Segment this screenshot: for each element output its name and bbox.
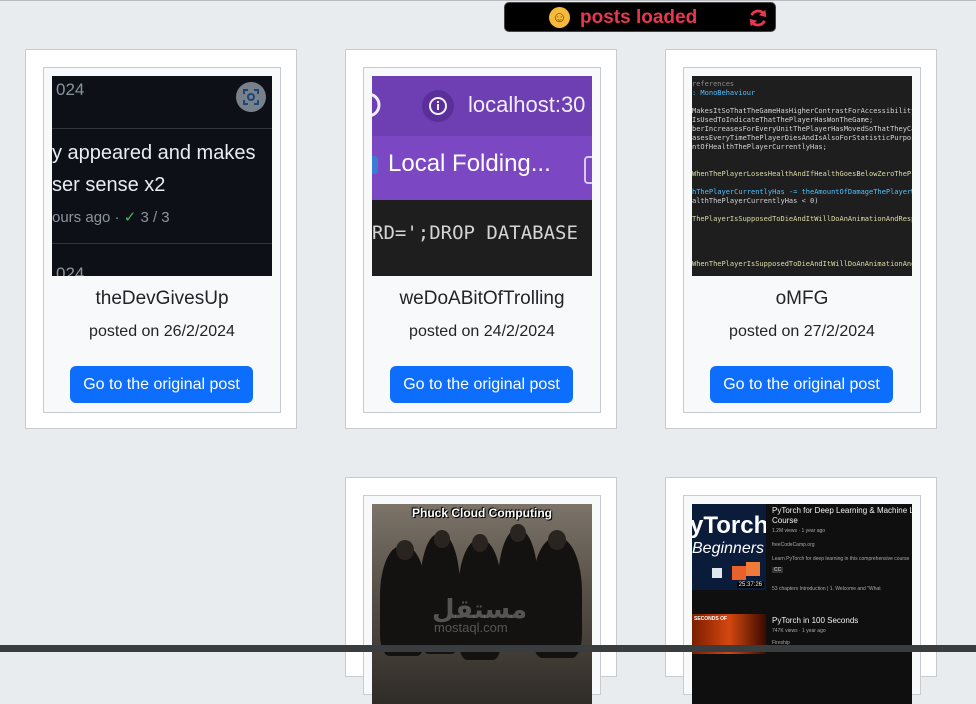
code-line: hThePlayerCurrentlyHas -= theAmountOfDam… xyxy=(692,188,912,196)
post-thumbnail: yTorch Beginners 25:37:26 PyTorch for De… xyxy=(692,504,912,704)
refresh-icon[interactable] xyxy=(747,7,769,29)
info-icon xyxy=(422,90,454,122)
meme-caption: Phuck Cloud Computing xyxy=(412,506,552,520)
thumb-text: 024 xyxy=(56,80,85,99)
cc-badge: CC xyxy=(772,567,784,573)
cube-graphic xyxy=(746,562,760,576)
thumb-url-text: localhost:30 xyxy=(468,92,586,117)
video-meta: 1.2M views · 1 year ago xyxy=(772,528,826,534)
window-top-border xyxy=(0,0,976,1)
divider xyxy=(52,128,272,129)
reload-icon xyxy=(372,93,381,117)
thumb-text: yTorch xyxy=(692,512,766,539)
video-title: PyTorch in 100 Seconds xyxy=(772,616,859,625)
code-line: WhenThePlayerLosesHealthAndIfHealthGoesB… xyxy=(692,170,912,178)
posts-loaded-toast: ☺ posts loaded xyxy=(504,2,776,32)
post-card-body: Phuck Cloud Computing مستقل mostaql.com xyxy=(363,495,601,704)
video-chapters: 53 chapters Introduction | 1. Welcome an… xyxy=(772,586,881,592)
post-card-body: localhost:30 Local Folding... RD=';DROP … xyxy=(363,67,601,413)
thumb-text: ser sense x2 xyxy=(52,174,166,196)
post-title: oMFG xyxy=(775,288,829,309)
video-title: Course xyxy=(772,516,798,525)
thumb-text: Beginners xyxy=(692,540,765,557)
video-title: PyTorch for Deep Learning & Machine Lea xyxy=(772,506,912,515)
check-icon: ✓ xyxy=(123,209,137,226)
code-line: : MonoBehaviour xyxy=(692,89,756,97)
video-meta: 747K views · 1 year ago xyxy=(772,628,826,634)
person-head xyxy=(472,534,488,552)
post-title: theDevGivesUp xyxy=(95,288,229,309)
post-date: posted on 27/2/2024 xyxy=(729,323,875,340)
smile-emoji-icon: ☺ xyxy=(549,7,570,28)
code-line: asesEveryTimeThePlayerDiesAndIsAlsoForSt… xyxy=(692,134,912,142)
code-line: references xyxy=(692,80,735,88)
code-line: MakesItSoThatTheGameHasHigherContrastFor… xyxy=(692,107,912,115)
code-line: ThePlayerIsSupposedToDieAndItWillDoAnAni… xyxy=(692,215,912,223)
image-search-icon xyxy=(236,82,266,112)
go-to-original-post-button[interactable]: Go to the original post xyxy=(390,366,573,403)
code-line: WhenThePlayerIsSupposedToDieAndItWillDoA… xyxy=(692,260,912,268)
code-line: berIncreasesForEveryUnitThePlayerHasMove… xyxy=(692,125,912,133)
person-head xyxy=(396,540,414,560)
post-card-body: 024 y appeared and makes ser sense x2 ou… xyxy=(43,67,281,413)
post-date: posted on 26/2/2024 xyxy=(89,323,235,340)
toast-message: posts loaded xyxy=(580,7,698,28)
post-title: weDoABitOfTrolling xyxy=(399,288,565,309)
post-card: references : MonoBehaviour MakesItSoThat… xyxy=(665,49,937,429)
code-line: IsUsedToIndicateThatThePlayerHasWonTheGa… xyxy=(692,116,874,124)
thumb-code-text: RD=';DROP DATABASE xyxy=(372,222,578,244)
thumb-tab-text: Local Folding... xyxy=(388,150,551,177)
post-card: 024 y appeared and makes ser sense x2 ou… xyxy=(25,49,297,429)
post-date: posted on 24/2/2024 xyxy=(409,323,555,340)
video-thumbnail: yTorch Beginners 25:37:26 xyxy=(692,504,766,590)
tab-close-icon xyxy=(584,156,592,184)
thumb-text: ours ago · ✓ 3 / 3 xyxy=(52,208,170,226)
code-line: althThePlayerCurrentlyHas < 0) xyxy=(692,197,819,205)
post-thumbnail: references : MonoBehaviour MakesItSoThat… xyxy=(692,76,912,276)
code-line: ntOfHealthThePlayerCurrentlyHas; xyxy=(692,143,827,151)
thumb-text: y appeared and makes xyxy=(52,142,256,164)
post-card: localhost:30 Local Folding... RD=';DROP … xyxy=(345,49,617,429)
post-thumbnail: localhost:30 Local Folding... RD=';DROP … xyxy=(372,76,592,276)
video-description: Learn PyTorch for deep learning in this … xyxy=(772,556,910,562)
person-head xyxy=(434,530,450,548)
cube-graphic xyxy=(732,566,746,580)
thumb-text: 3 / 3 xyxy=(136,209,170,226)
post-card-body: yTorch Beginners 25:37:26 PyTorch for De… xyxy=(683,495,921,704)
go-to-original-post-button[interactable]: Go to the original post xyxy=(70,366,253,403)
watermark: mostaql.com xyxy=(434,620,508,635)
thumb-text: ours ago · xyxy=(52,209,120,226)
divider xyxy=(52,243,272,244)
thumb-text: SECONDS OF xyxy=(694,616,728,622)
person-figure xyxy=(532,538,582,658)
bottom-bar xyxy=(0,645,976,652)
go-to-original-post-button[interactable]: Go to the original post xyxy=(710,366,893,403)
thumb-text: 024 xyxy=(56,264,85,276)
person-head xyxy=(548,530,566,550)
video-channel: freeCodeCamp.org xyxy=(772,542,815,548)
tab-favicon-icon xyxy=(372,156,378,174)
video-duration: 25:37:26 xyxy=(736,582,764,588)
post-card-body: references : MonoBehaviour MakesItSoThat… xyxy=(683,67,921,413)
post-thumbnail: Phuck Cloud Computing مستقل mostaql.com xyxy=(372,504,592,704)
person-head xyxy=(510,524,526,542)
cube-graphic xyxy=(712,568,722,578)
post-thumbnail: 024 y appeared and makes ser sense x2 ou… xyxy=(52,76,272,276)
